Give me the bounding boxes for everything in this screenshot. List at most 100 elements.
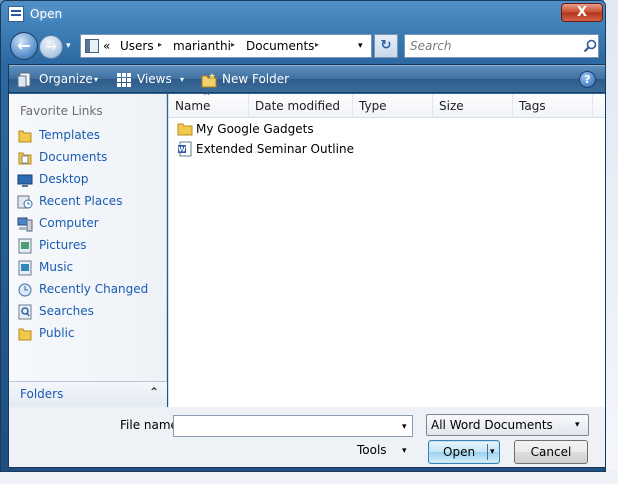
- address-bar[interactable]: « Users ▸ marianthi ▸ Documents ▸ ▾: [80, 34, 372, 58]
- documents-icon: [18, 152, 32, 165]
- word-app-icon: [8, 6, 24, 22]
- refresh-icon[interactable]: ↻: [374, 34, 398, 58]
- command-toolbar: Organize ▾ Views ▾ New Folder ?: [9, 65, 605, 93]
- sidebar-item-label: Documents: [39, 150, 108, 164]
- list-item[interactable]: W Extended Seminar Outline: [175, 139, 475, 159]
- file-name: My Google Gadgets: [196, 122, 314, 136]
- sidebar-item-searches[interactable]: Searches: [15, 301, 163, 323]
- breadcrumb-marianthi[interactable]: marianthi: [173, 39, 231, 53]
- svg-text:W: W: [178, 146, 186, 154]
- sidebar-item-label: Searches: [39, 304, 94, 318]
- folder-icon: [177, 123, 193, 136]
- views-icon: [117, 73, 131, 87]
- file-name-field[interactable]: ▾: [173, 415, 413, 437]
- open-dialog: Open X ← → ▾ « Users ▸ marianthi ▸ Docum…: [0, 0, 606, 472]
- file-list-pane: Name ^ Date modified Type Size Tags My G…: [168, 92, 605, 407]
- breadcrumb-separator-icon[interactable]: ▸: [231, 40, 235, 49]
- column-label: Date modified: [255, 99, 341, 113]
- sidebar-item-public[interactable]: Public: [15, 323, 163, 345]
- organize-button[interactable]: Organize: [39, 72, 93, 86]
- sidebar-item-label: Desktop: [39, 172, 89, 186]
- sidebar-item-desktop[interactable]: Desktop: [15, 169, 163, 191]
- recently-changed-icon: [18, 283, 32, 297]
- breadcrumb-separator-icon[interactable]: ▸: [315, 40, 319, 49]
- search-input[interactable]: Search: [404, 34, 599, 58]
- address-dropdown-icon[interactable]: ▾: [358, 41, 363, 51]
- sidebar-item-label: Pictures: [39, 238, 87, 252]
- background-document: [604, 0, 618, 484]
- breadcrumb-separator-icon[interactable]: ▸: [158, 40, 162, 49]
- views-dropdown-icon[interactable]: ▾: [180, 75, 184, 84]
- word-document-icon: W: [178, 141, 192, 157]
- file-type-value: All Word Documents: [431, 418, 553, 432]
- folders-toggle[interactable]: Folders ⌃: [9, 381, 167, 407]
- history-dropdown-icon[interactable]: ▾: [66, 41, 71, 51]
- sidebar-item-label: Music: [39, 260, 74, 274]
- music-icon: [18, 260, 32, 276]
- background-document-bottom: [0, 470, 618, 484]
- sidebar-item-music[interactable]: Music: [15, 257, 163, 279]
- sidebar-item-documents[interactable]: Documents: [15, 147, 163, 169]
- file-name: Extended Seminar Outline: [196, 142, 354, 156]
- back-arrow-icon[interactable]: ←: [10, 32, 38, 60]
- folder-icon: [18, 328, 32, 341]
- forward-arrow-icon[interactable]: →: [39, 35, 63, 59]
- search-icon[interactable]: [583, 39, 597, 53]
- sidebar-item-recently-changed[interactable]: Recently Changed: [15, 279, 163, 301]
- dialog-footer: File name: ▾ All Word Documents ▾ Tools …: [9, 407, 605, 467]
- sidebar-item-computer[interactable]: Computer: [15, 213, 163, 235]
- new-folder-button[interactable]: New Folder: [222, 72, 289, 86]
- breadcrumb-users[interactable]: Users: [120, 39, 154, 53]
- open-dropdown-icon[interactable]: ▾: [490, 447, 495, 457]
- recent-places-icon: [17, 195, 33, 209]
- sidebar-item-label: Public: [39, 326, 75, 340]
- location-icon: [85, 39, 99, 53]
- sidebar-item-label: Templates: [39, 128, 101, 142]
- column-size[interactable]: Size: [433, 94, 513, 118]
- favorite-links-pane: Favorite Links Templates Documents Deskt…: [9, 94, 167, 404]
- column-date-modified[interactable]: Date modified: [249, 94, 353, 118]
- sidebar-item-recent-places[interactable]: Recent Places: [15, 191, 163, 213]
- close-button[interactable]: X: [561, 3, 603, 22]
- column-label: Size: [439, 99, 464, 113]
- pictures-icon: [18, 238, 32, 254]
- search-placeholder: Search: [410, 39, 452, 53]
- tools-button[interactable]: Tools: [357, 443, 387, 457]
- chevron-down-icon: ▾: [575, 420, 580, 430]
- title-bar[interactable]: Open X: [1, 1, 605, 29]
- column-tags[interactable]: Tags: [513, 94, 593, 118]
- folder-icon: [18, 130, 32, 143]
- list-item[interactable]: My Google Gadgets: [175, 119, 475, 139]
- sort-ascending-icon: ^: [203, 92, 211, 102]
- column-type[interactable]: Type: [353, 94, 433, 118]
- new-folder-icon: [201, 73, 217, 88]
- column-label: Type: [359, 99, 387, 113]
- organize-dropdown-icon[interactable]: ▾: [94, 75, 98, 84]
- searches-icon: [18, 304, 32, 320]
- file-name-dropdown-icon[interactable]: ▾: [402, 422, 407, 432]
- open-label: Open: [443, 445, 476, 459]
- column-label: Tags: [519, 99, 546, 113]
- sidebar-item-label: Recent Places: [39, 194, 123, 208]
- chevron-up-icon[interactable]: ⌃: [149, 385, 159, 399]
- breadcrumb-documents[interactable]: Documents: [246, 39, 314, 53]
- desktop-icon: [17, 174, 33, 187]
- sidebar-item-label: Computer: [39, 216, 99, 230]
- split-divider: [487, 444, 488, 460]
- open-button[interactable]: Open ▾: [428, 440, 500, 464]
- help-icon[interactable]: ?: [579, 71, 596, 88]
- navigation-row: ← → ▾ « Users ▸ marianthi ▸ Documents ▸ …: [1, 29, 605, 63]
- computer-icon: [17, 217, 33, 232]
- views-button[interactable]: Views: [137, 72, 172, 86]
- sidebar-item-templates[interactable]: Templates: [15, 125, 163, 147]
- sidebar-item-pictures[interactable]: Pictures: [15, 235, 163, 257]
- folders-label: Folders: [20, 387, 64, 401]
- column-name[interactable]: Name ^: [169, 92, 249, 118]
- breadcrumb-overflow[interactable]: «: [103, 39, 110, 53]
- file-type-select[interactable]: All Word Documents ▾: [426, 414, 589, 436]
- column-header-row: Name ^ Date modified Type Size Tags: [169, 92, 605, 118]
- sidebar-item-label: Recently Changed: [39, 282, 149, 296]
- tools-dropdown-icon[interactable]: ▾: [402, 446, 407, 456]
- favorite-links-title: Favorite Links: [20, 104, 103, 118]
- cancel-button[interactable]: Cancel: [514, 440, 588, 464]
